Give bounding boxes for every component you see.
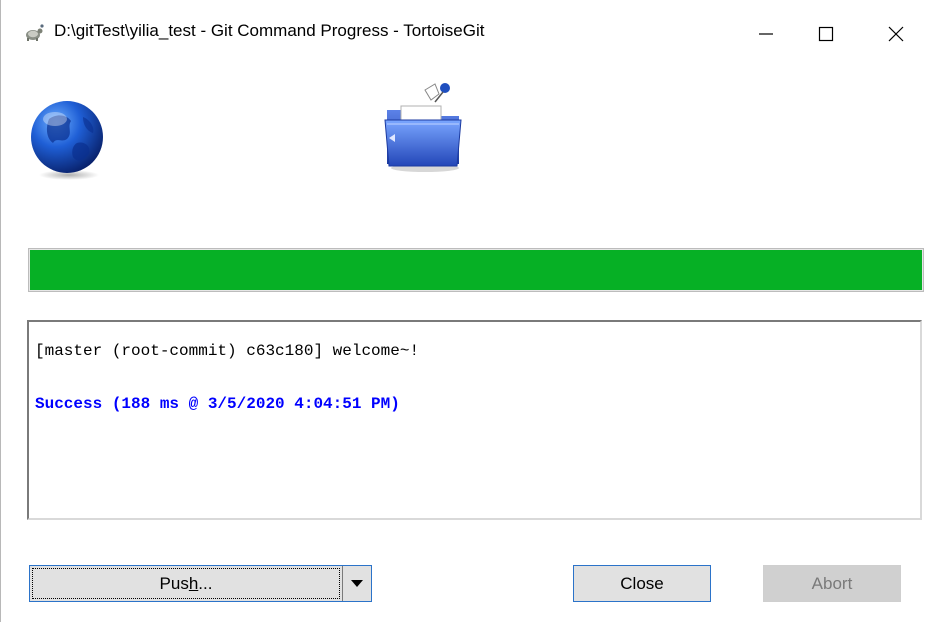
abort-button[interactable]: Abort <box>763 565 901 602</box>
window-title: D:\gitTest\yilia_test - Git Command Prog… <box>54 21 485 40</box>
progress-bar <box>28 248 924 292</box>
globe-icon <box>27 99 107 181</box>
folder-icon <box>379 80 471 174</box>
push-label-prefix: Pus <box>159 573 189 593</box>
title-bar: D:\gitTest\yilia_test - Git Command Prog… <box>1 0 928 68</box>
close-window-button[interactable] <box>867 0 925 68</box>
push-label-suffix: ... <box>198 573 213 593</box>
log-success-line: Success (188 ms @ 3/5/2020 4:04:51 PM) <box>35 395 400 413</box>
minimize-button[interactable] <box>737 0 795 68</box>
git-progress-dialog: D:\gitTest\yilia_test - Git Command Prog… <box>0 0 928 622</box>
close-button[interactable]: Close <box>573 565 711 602</box>
log-line: [master (root-commit) c63c180] welcome~! <box>35 342 420 360</box>
dropdown-arrow-icon <box>351 579 363 587</box>
push-label-mnemonic: h <box>188 573 199 593</box>
push-split-button[interactable]: Pus h... <box>29 565 372 602</box>
tortoise-icon <box>23 22 45 44</box>
push-button[interactable]: Pus h... <box>32 568 340 599</box>
push-dropdown-button[interactable] <box>342 566 371 601</box>
minimize-icon <box>759 33 773 35</box>
output-log[interactable]: [master (root-commit) c63c180] welcome~!… <box>27 320 922 520</box>
close-icon <box>888 26 904 42</box>
maximize-icon <box>818 26 834 42</box>
maximize-button[interactable] <box>797 0 855 68</box>
progress-fill <box>30 250 922 290</box>
